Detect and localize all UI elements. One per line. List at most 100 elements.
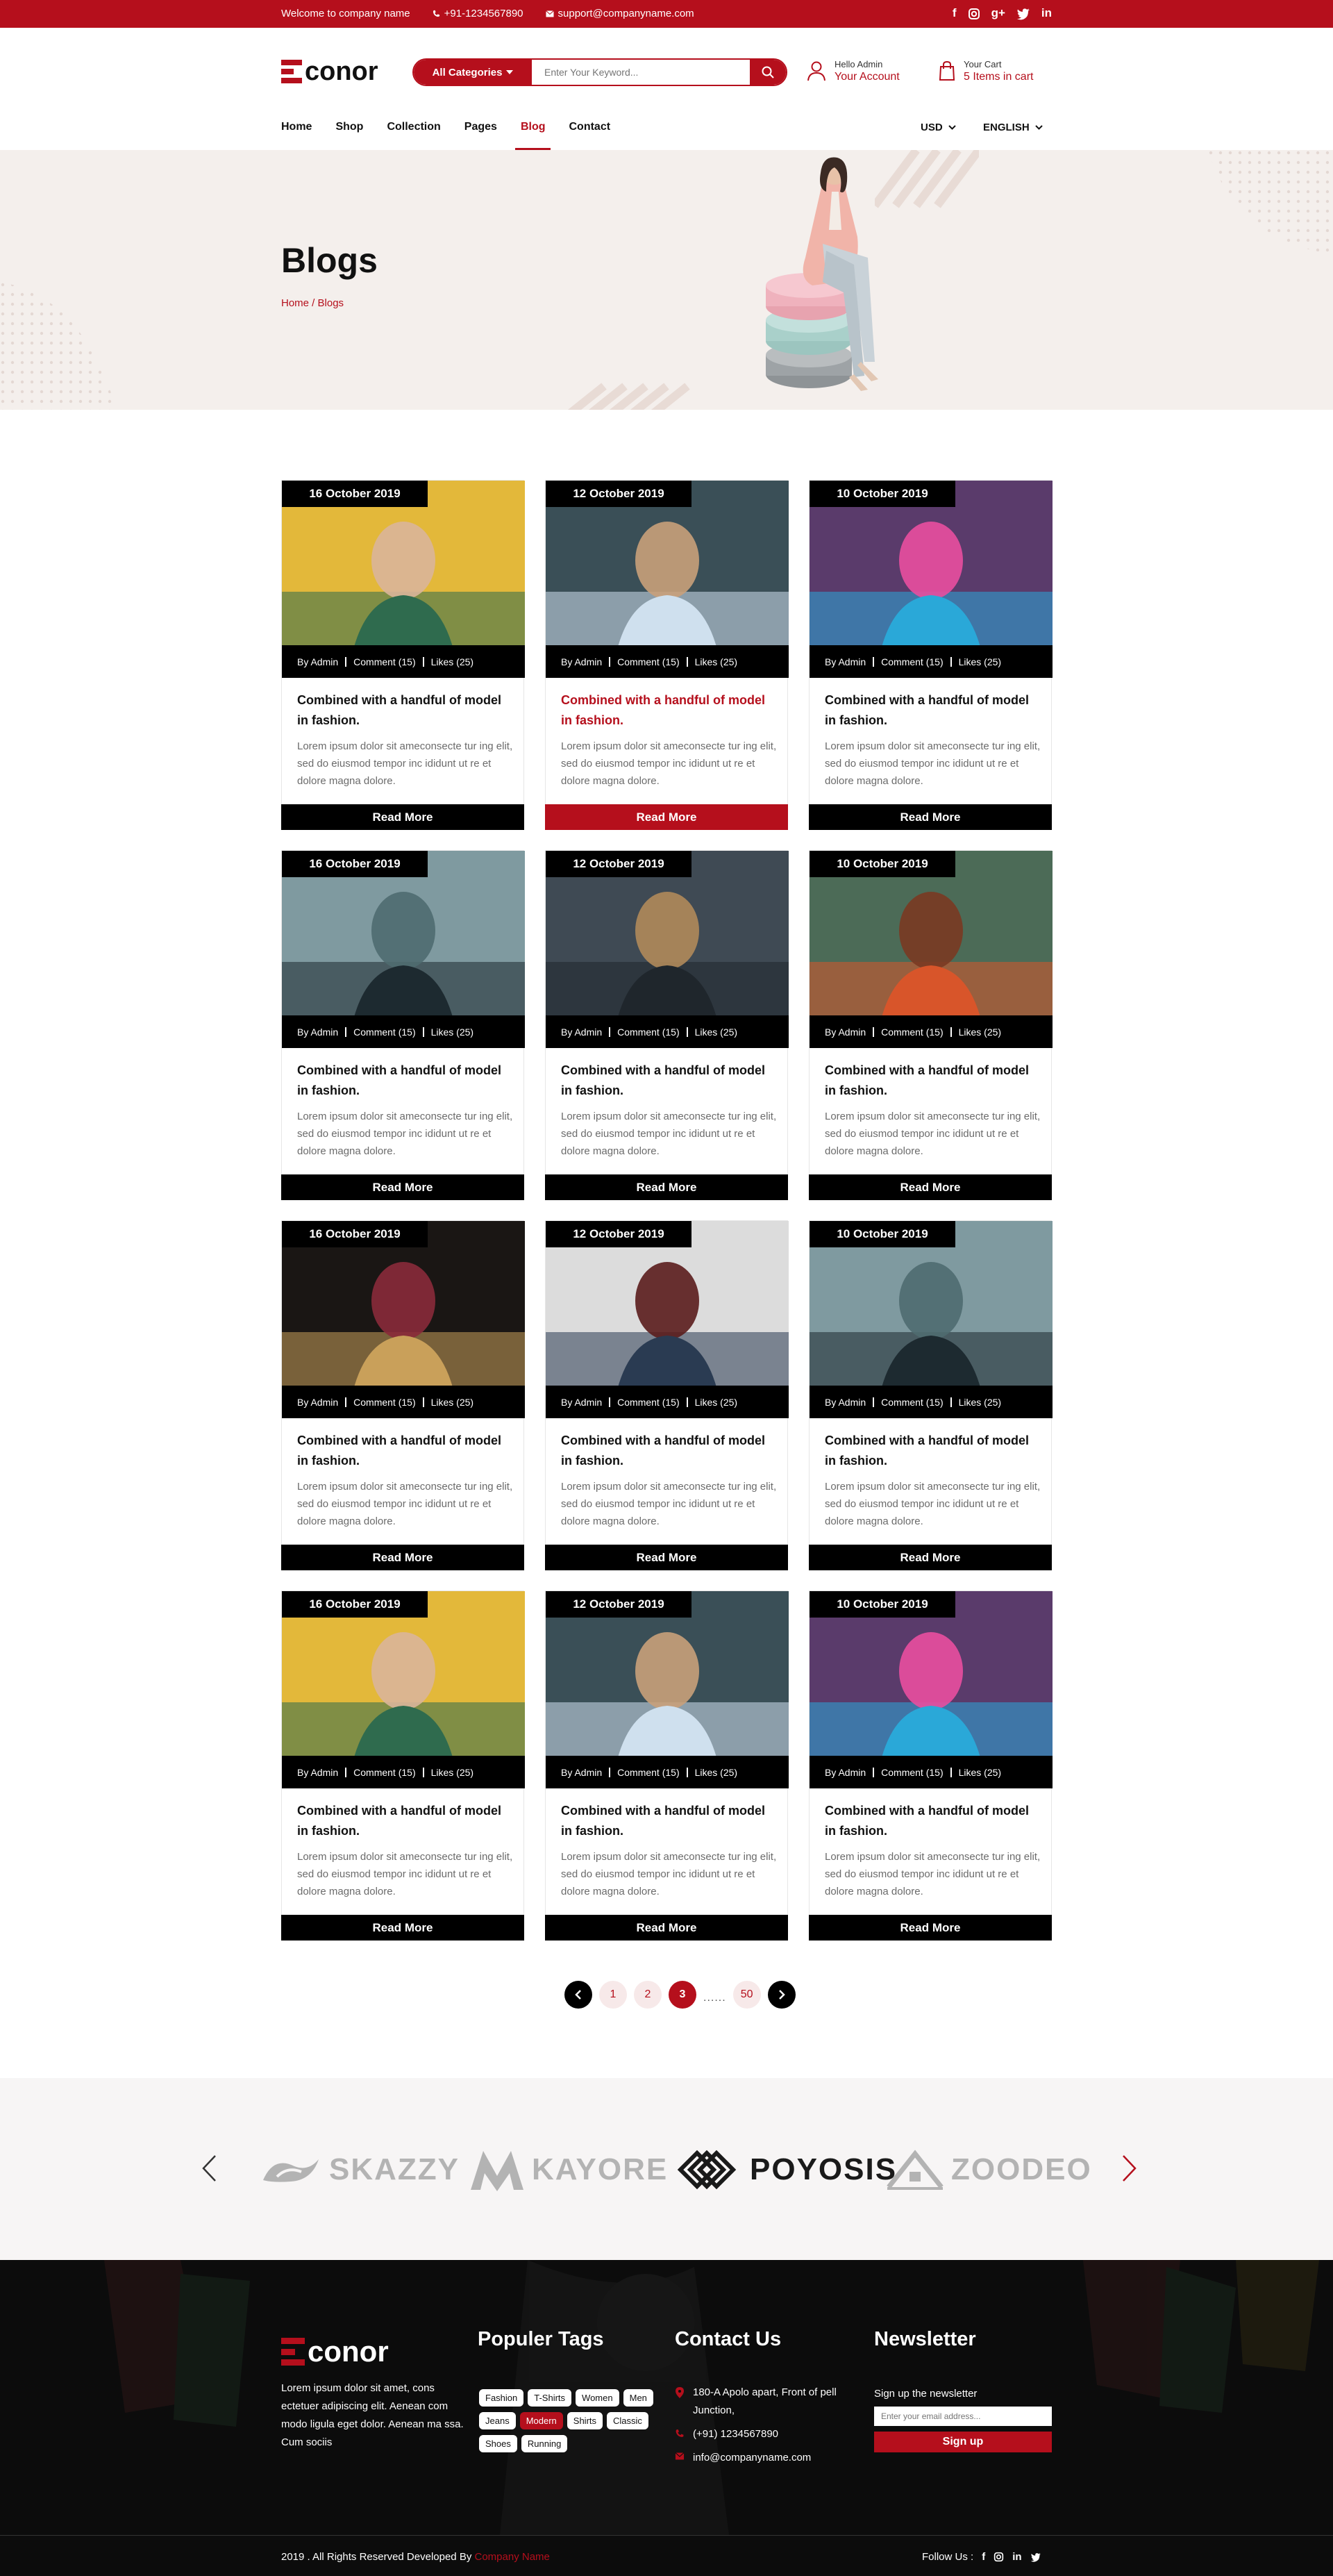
brand-logo-kayore[interactable]: KAYORE <box>469 2147 668 2192</box>
linkedin-icon[interactable]: in <box>1012 2551 1021 2563</box>
post-comments[interactable]: Comment (15) <box>353 1027 415 1038</box>
nav-home[interactable]: Home <box>281 104 312 150</box>
brand-logo-poyosis[interactable]: POYOSIS <box>676 2147 897 2192</box>
post-comments[interactable]: Comment (15) <box>617 1027 679 1038</box>
category-select[interactable]: All Categories <box>414 60 532 85</box>
post-comments[interactable]: Comment (15) <box>881 1027 943 1038</box>
post-likes[interactable]: Likes (25) <box>959 1397 1001 1408</box>
post-likes[interactable]: Likes (25) <box>431 1027 473 1038</box>
post-author[interactable]: By Admin <box>825 1767 866 1778</box>
blog-card[interactable]: 16 October 2019 By Admin Comment (15) Likes… <box>281 1590 525 1941</box>
post-author[interactable]: By Admin <box>561 1397 602 1408</box>
search-button[interactable] <box>750 60 786 85</box>
blog-card[interactable]: 10 October 2019 By Admin Comment (15) Likes… <box>809 480 1053 830</box>
post-title[interactable]: Combined with a handful of model in fash… <box>297 690 512 731</box>
nav-collection[interactable]: Collection <box>387 104 440 150</box>
instagram-icon[interactable] <box>994 2552 1004 2562</box>
company-link[interactable]: Company Name <box>475 2551 550 2563</box>
google-plus-icon[interactable]: g+ <box>991 6 1005 20</box>
tag-men[interactable]: Men <box>623 2389 653 2407</box>
post-comments[interactable]: Comment (15) <box>353 1767 415 1778</box>
post-author[interactable]: By Admin <box>825 656 866 667</box>
breadcrumb[interactable]: Home / Blogs <box>281 297 344 309</box>
tag-fashion[interactable]: Fashion <box>479 2389 524 2407</box>
next-page-button[interactable] <box>767 1981 796 2009</box>
post-title[interactable]: Combined with a handful of model in fash… <box>561 1431 776 1471</box>
language-select[interactable]: ENGLISH <box>983 109 1043 145</box>
tag-jeans[interactable]: Jeans <box>479 2412 516 2429</box>
read-more-button[interactable]: Read More <box>545 1545 788 1570</box>
post-comments[interactable]: Comment (15) <box>353 1397 415 1408</box>
post-title[interactable]: Combined with a handful of model in fash… <box>297 1431 512 1471</box>
post-likes[interactable]: Likes (25) <box>959 656 1001 667</box>
read-more-button[interactable]: Read More <box>809 1174 1052 1200</box>
post-comments[interactable]: Comment (15) <box>881 1397 943 1408</box>
post-title[interactable]: Combined with a handful of model in fash… <box>825 1431 1040 1471</box>
tag-women[interactable]: Women <box>576 2389 619 2407</box>
nav-shop[interactable]: Shop <box>335 104 363 150</box>
brand-logo-skazzy[interactable]: SKAZZY <box>260 2147 460 2192</box>
account-link[interactable]: Hello Admin Your Account <box>807 58 900 83</box>
nav-blog[interactable]: Blog <box>515 104 551 150</box>
read-more-button[interactable]: Read More <box>281 1545 524 1570</box>
post-title[interactable]: Combined with a handful of model in fash… <box>825 1061 1040 1101</box>
post-comments[interactable]: Comment (15) <box>617 1397 679 1408</box>
twitter-icon[interactable] <box>1030 2552 1041 2562</box>
tag-t-shirts[interactable]: T-Shirts <box>528 2389 572 2407</box>
blog-card[interactable]: 10 October 2019 By Admin Comment (15) Likes… <box>809 1220 1053 1570</box>
carousel-prev-icon[interactable] <box>201 2154 217 2182</box>
post-author[interactable]: By Admin <box>297 1767 338 1778</box>
post-author[interactable]: By Admin <box>561 1027 602 1038</box>
page-2-button[interactable]: 2 <box>634 1981 662 2009</box>
read-more-button[interactable]: Read More <box>545 1174 788 1200</box>
facebook-icon[interactable]: f <box>982 2551 985 2563</box>
carousel-next-icon[interactable] <box>1122 2154 1137 2182</box>
tag-running[interactable]: Running <box>521 2435 568 2452</box>
post-author[interactable]: By Admin <box>297 1397 338 1408</box>
post-likes[interactable]: Likes (25) <box>695 656 737 667</box>
site-logo[interactable]: conor <box>281 58 378 85</box>
facebook-icon[interactable]: f <box>953 6 957 20</box>
post-author[interactable]: By Admin <box>297 656 338 667</box>
blog-card[interactable]: 10 October 2019 By Admin Comment (15) Likes… <box>809 1590 1053 1941</box>
post-title[interactable]: Combined with a handful of model in fash… <box>561 690 776 731</box>
tag-classic[interactable]: Classic <box>607 2412 648 2429</box>
blog-card[interactable]: 12 October 2019 By Admin Comment (15) Likes… <box>545 1590 789 1941</box>
read-more-button[interactable]: Read More <box>545 1915 788 1941</box>
nav-contact[interactable]: Contact <box>569 104 610 150</box>
post-comments[interactable]: Comment (15) <box>353 656 415 667</box>
tag-modern[interactable]: Modern <box>519 2412 563 2429</box>
contact-phone[interactable]: (+91) 1234567890 <box>675 2425 876 2443</box>
blog-card[interactable]: 16 October 2019 By Admin Comment (15) Likes… <box>281 480 525 830</box>
post-title[interactable]: Combined with a handful of model in fash… <box>561 1801 776 1841</box>
nav-pages[interactable]: Pages <box>464 104 497 150</box>
blog-card[interactable]: 16 October 2019 By Admin Comment (15) Likes… <box>281 850 525 1200</box>
prev-page-button[interactable] <box>564 1981 592 2009</box>
tag-shoes[interactable]: Shoes <box>479 2435 517 2452</box>
post-title[interactable]: Combined with a handful of model in fash… <box>825 690 1040 731</box>
tag-shirts[interactable]: Shirts <box>567 2412 603 2429</box>
signup-button[interactable]: Sign up <box>874 2432 1052 2452</box>
linkedin-icon[interactable]: in <box>1041 6 1052 20</box>
blog-card[interactable]: 12 October 2019 By Admin Comment (15) Likes… <box>545 1220 789 1570</box>
page-1-button[interactable]: 1 <box>599 1981 627 2009</box>
post-author[interactable]: By Admin <box>825 1027 866 1038</box>
post-likes[interactable]: Likes (25) <box>431 1767 473 1778</box>
post-likes[interactable]: Likes (25) <box>695 1397 737 1408</box>
read-more-button[interactable]: Read More <box>281 1174 524 1200</box>
read-more-button[interactable]: Read More <box>281 804 524 830</box>
newsletter-email-input[interactable] <box>874 2407 1052 2426</box>
currency-select[interactable]: USD <box>921 109 956 145</box>
topbar-email[interactable]: support@companyname.com <box>545 8 694 19</box>
read-more-button[interactable]: Read More <box>281 1915 524 1941</box>
twitter-icon[interactable] <box>1016 8 1030 20</box>
instagram-icon[interactable] <box>968 8 980 20</box>
post-comments[interactable]: Comment (15) <box>881 656 943 667</box>
read-more-button[interactable]: Read More <box>809 1545 1052 1570</box>
search-input[interactable] <box>532 60 750 85</box>
post-comments[interactable]: Comment (15) <box>617 1767 679 1778</box>
post-likes[interactable]: Likes (25) <box>431 1397 473 1408</box>
post-likes[interactable]: Likes (25) <box>959 1027 1001 1038</box>
footer-logo[interactable]: conor <box>281 2337 389 2366</box>
post-likes[interactable]: Likes (25) <box>431 656 473 667</box>
